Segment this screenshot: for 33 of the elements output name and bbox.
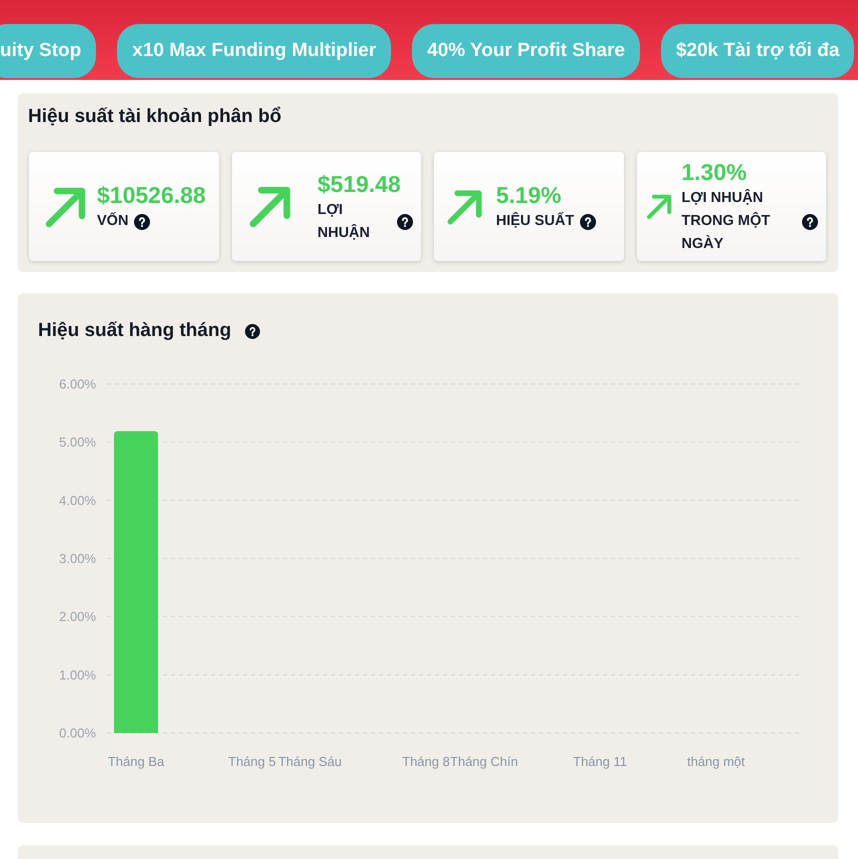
- stat-label: LỢI NHUẬN: [318, 200, 371, 242]
- stat-value: 5.19%: [496, 181, 562, 210]
- help-icon[interactable]: [802, 214, 818, 230]
- x-tick-label: tháng một: [687, 754, 745, 769]
- y-tick-label: 5.00%: [59, 434, 96, 450]
- y-tick-label: 4.00%: [59, 492, 96, 508]
- promo-tag: uity Stop: [0, 24, 96, 78]
- x-tick-label: Tháng 11: [573, 754, 627, 769]
- x-tick-label: Tháng Ba: [108, 754, 164, 769]
- stat-label: HIỆU SUẤT: [496, 211, 574, 231]
- y-tick-label: 0.00%: [59, 726, 96, 740]
- promo-tag: $20k Tài trợ tối đa: [660, 24, 854, 78]
- x-tick-label: Tháng Sáu: [278, 754, 342, 769]
- stat-label: LỢI NHUẬN TRONG MỘT NGÀY: [682, 188, 772, 254]
- panel-title: Hiệu suất hàng tháng: [38, 319, 232, 343]
- promo-tag: 40% Your Profit Share: [412, 24, 640, 78]
- stat-label: VỐN: [97, 211, 128, 231]
- y-tick-label: 1.00%: [59, 667, 96, 682]
- y-tick-label: 2.00%: [59, 609, 96, 624]
- y-tick-label: 6.00%: [59, 376, 96, 392]
- x-tick-label: Tháng 8: [402, 754, 450, 769]
- help-icon[interactable]: [580, 214, 596, 230]
- stat-value: $10526.88: [97, 181, 206, 210]
- stat-value: 1.30%: [682, 158, 748, 187]
- promo-tag: x10 Max Funding Multiplier: [117, 24, 392, 78]
- x-tick-label: Tháng Chín: [450, 754, 518, 769]
- x-tick-label: Tháng 5: [228, 754, 276, 769]
- help-icon[interactable]: [134, 214, 150, 230]
- stat-value: $519.48: [318, 170, 402, 198]
- panel-title: Hiệu suất tài khoản phân bổ: [28, 105, 282, 129]
- help-icon[interactable]: [397, 214, 413, 230]
- y-tick-label: 3.00%: [59, 551, 96, 566]
- help-icon[interactable]: [245, 324, 260, 338]
